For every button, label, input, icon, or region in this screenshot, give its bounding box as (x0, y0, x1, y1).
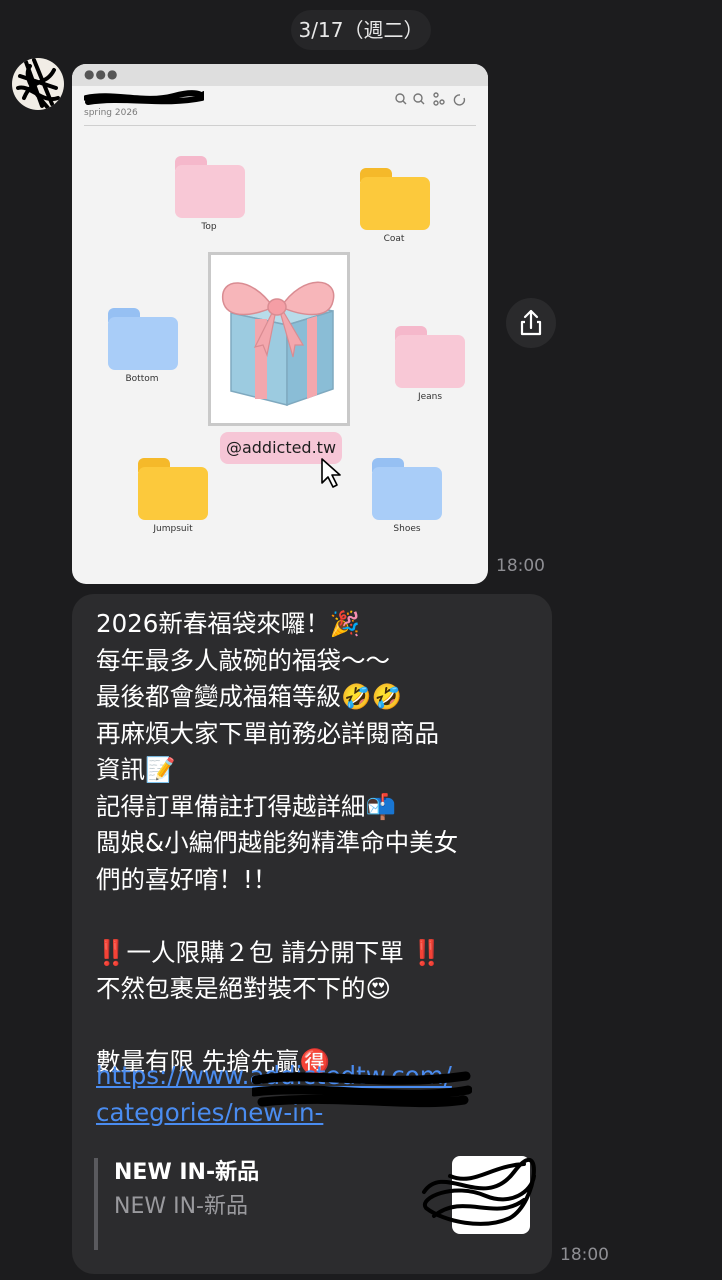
link-preview-description: NEW IN-新品 (114, 1194, 248, 1219)
date-separator: 3/17（週二） (291, 10, 431, 50)
image-message-time: 18:00 (496, 556, 545, 576)
message-text: 2026新春福袋來囉！🎉 每年最多人敲碗的福袋～～ 最後都會變成福箱等級🤣🤣 再… (96, 609, 459, 1076)
folder-jeans-icon (395, 326, 465, 388)
chat-screen: 3/17（週二） ●●● spring 2026 Top Coat Bottom… (0, 0, 722, 1280)
document-header: spring 2026 (84, 90, 476, 126)
link-preview-accent (94, 1158, 98, 1250)
avatar-scribble (16, 58, 60, 110)
folder-bottom-icon (108, 308, 178, 370)
share-button[interactable] (506, 298, 556, 348)
mouse-cursor-icon (321, 458, 341, 488)
gift-box-icon (222, 281, 335, 407)
folder-bottom-label: Bottom (125, 374, 159, 384)
folder-jumpsuit-label: Jumpsuit (153, 524, 193, 534)
folder-top-label: Top (201, 222, 217, 232)
folder-coat-icon (360, 168, 430, 230)
link-preview-title[interactable]: NEW IN-新品 (114, 1154, 259, 1186)
document-subtitle: spring 2026 (84, 108, 138, 118)
window-dots-icon: ●●● (84, 67, 119, 81)
text-message-bubble[interactable]: 2026新春福袋來囉！🎉 每年最多人敲碗的福袋～～ 最後都會變成福箱等級🤣🤣 再… (72, 594, 552, 1274)
document-toolbar-icons (395, 92, 466, 106)
folder-shoes-icon (372, 458, 442, 520)
folder-shoes-label: Shoes (393, 524, 421, 534)
gift-box-illustration (208, 252, 350, 426)
window-title-bar: ●●● (72, 64, 488, 86)
share-icon (520, 309, 542, 336)
link-redaction-scribble (252, 1071, 472, 1108)
folder-coat-label: Coat (383, 234, 405, 244)
image-message[interactable]: ●●● spring 2026 Top Coat Bottom Jeans Ju… (72, 64, 488, 584)
folder-jeans-label: Jeans (417, 392, 443, 402)
folder-jumpsuit-icon (138, 458, 208, 520)
folder-top-icon (175, 156, 245, 218)
text-message-time: 18:00 (560, 1245, 609, 1265)
redaction-scribble (84, 90, 204, 105)
thumbnail-redaction-scribble (422, 1157, 536, 1226)
avatar[interactable] (12, 58, 64, 110)
